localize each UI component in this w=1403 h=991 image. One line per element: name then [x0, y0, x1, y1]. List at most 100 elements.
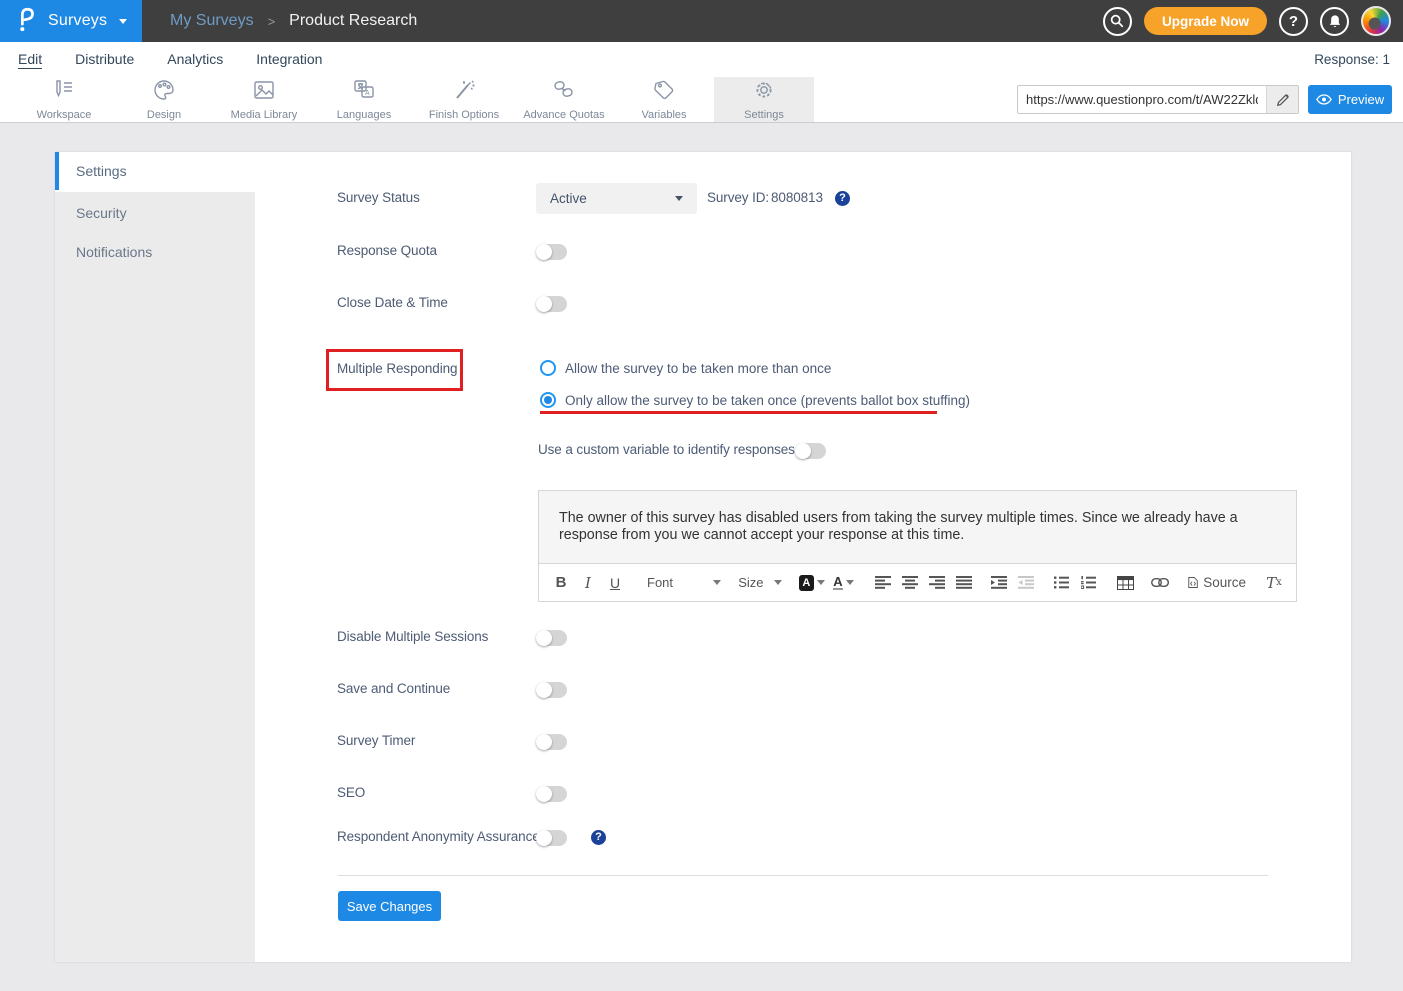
radio-only-once[interactable]	[540, 392, 556, 408]
outdent-icon[interactable]	[1017, 571, 1035, 595]
text-color-icon[interactable]: A	[834, 571, 853, 595]
response-quota-toggle[interactable]	[536, 244, 567, 260]
section-divider	[338, 875, 1268, 876]
translate-icon: A	[351, 78, 377, 107]
topbar-actions: Upgrade Now ?	[1103, 6, 1403, 36]
toolbar-item-settings[interactable]: Settings	[714, 77, 814, 122]
toolbar-item-workspace[interactable]: Workspace	[14, 77, 114, 122]
help-icon[interactable]: ?	[1279, 7, 1308, 36]
link-icon[interactable]	[1151, 571, 1169, 595]
toolbar-item-finish-options[interactable]: Finish Options	[414, 77, 514, 122]
survey-url-input[interactable]	[1018, 86, 1266, 113]
align-center-icon[interactable]	[901, 571, 919, 595]
settings-sidebar: Settings Security Notifications	[55, 152, 255, 962]
survey-id-label: Survey ID:	[707, 190, 769, 205]
response-count[interactable]: Response: 1	[1314, 52, 1390, 67]
multiple-response-message-editor[interactable]: The owner of this survey has disabled us…	[538, 490, 1297, 563]
font-family-dropdown[interactable]: Font	[647, 571, 721, 595]
seo-toggle[interactable]	[536, 786, 567, 802]
upgrade-now-button[interactable]: Upgrade Now	[1144, 7, 1267, 35]
breadcrumb-separator: >	[268, 14, 276, 29]
radio-only-once-label: Only allow the survey to be taken once (…	[565, 393, 970, 408]
tab-integration[interactable]: Integration	[256, 51, 322, 68]
survey-timer-toggle[interactable]	[536, 734, 567, 750]
tag-icon	[651, 78, 677, 107]
background-color-icon[interactable]: A	[799, 571, 825, 595]
tab-distribute[interactable]: Distribute	[75, 51, 134, 68]
preview-button[interactable]: Preview	[1308, 85, 1392, 114]
toolbar-item-variables[interactable]: Variables	[614, 77, 714, 122]
justify-icon[interactable]	[955, 571, 973, 595]
save-changes-button[interactable]: Save Changes	[338, 891, 441, 921]
multiple-responding-label: Multiple Responding	[337, 361, 457, 376]
annotation-red-underline	[540, 411, 937, 414]
source-document-icon	[1188, 575, 1198, 590]
survey-id-value: 8080813	[771, 190, 823, 205]
save-continue-toggle[interactable]	[536, 682, 567, 698]
survey-status-label: Survey Status	[337, 190, 420, 205]
survey-status-dropdown[interactable]: Active	[536, 183, 697, 214]
eye-icon	[1316, 94, 1332, 105]
tab-analytics[interactable]: Analytics	[167, 51, 223, 68]
bulleted-list-icon[interactable]	[1052, 571, 1070, 595]
sidebar-item-notifications[interactable]: Notifications	[55, 233, 255, 272]
chevron-down-icon	[675, 196, 683, 201]
toolbar-item-advance-quotas[interactable]: Advance Quotas	[514, 77, 614, 122]
palette-icon	[151, 78, 177, 107]
notifications-bell-icon[interactable]	[1320, 7, 1349, 36]
gear-icon	[751, 78, 777, 107]
survey-status-help-icon[interactable]: ?	[835, 191, 850, 206]
close-date-label: Close Date & Time	[337, 295, 448, 310]
settings-panel: Settings Security Notifications Survey S…	[55, 152, 1351, 962]
seo-label: SEO	[337, 785, 365, 800]
sidebar-item-settings[interactable]: Settings	[55, 152, 255, 190]
radio-multiple-allowed[interactable]	[540, 360, 556, 376]
align-right-icon[interactable]	[928, 571, 946, 595]
close-date-toggle[interactable]	[536, 296, 567, 312]
rich-text-toolbar: B I U Font Size A A	[538, 563, 1297, 602]
top-bar: Surveys My Surveys > Product Research Up…	[0, 0, 1403, 42]
sidebar-rest: Security Notifications	[55, 192, 255, 962]
survey-url-field	[1017, 85, 1299, 114]
anonymity-help-icon[interactable]: ?	[591, 830, 606, 845]
svg-text:A: A	[365, 90, 370, 97]
align-left-icon[interactable]	[874, 571, 892, 595]
breadcrumb-my-surveys[interactable]: My Surveys	[170, 12, 254, 30]
italic-icon[interactable]: I	[579, 571, 597, 595]
custom-variable-toggle[interactable]	[795, 443, 826, 459]
app-root: Surveys My Surveys > Product Research Up…	[0, 0, 1403, 991]
radio-multiple-allowed-label: Allow the survey to be taken more than o…	[565, 361, 831, 376]
image-icon	[251, 78, 277, 107]
indent-icon[interactable]	[990, 571, 1008, 595]
numbered-list-icon[interactable]	[1079, 571, 1097, 595]
workspace-icon	[51, 78, 77, 107]
edit-toolbar: Workspace Design Media Library A Languag…	[0, 77, 1403, 123]
disable-sessions-toggle[interactable]	[536, 630, 567, 646]
custom-variable-label: Use a custom variable to identify respon…	[538, 442, 795, 457]
survey-timer-label: Survey Timer	[337, 733, 415, 748]
font-size-dropdown[interactable]: Size	[738, 571, 782, 595]
survey-nav: Edit Distribute Analytics Integration Re…	[0, 42, 1403, 77]
user-avatar[interactable]	[1361, 6, 1391, 36]
tab-edit[interactable]: Edit	[18, 51, 42, 69]
breadcrumb: My Surveys > Product Research	[170, 12, 417, 30]
response-quota-label: Response Quota	[337, 243, 437, 258]
toolbar-item-design[interactable]: Design	[114, 77, 214, 122]
toolbar-item-languages[interactable]: A Languages	[314, 77, 414, 122]
insert-table-icon[interactable]	[1116, 571, 1134, 595]
disable-sessions-label: Disable Multiple Sessions	[337, 629, 488, 644]
underline-icon[interactable]: U	[606, 571, 624, 595]
bold-icon[interactable]: B	[552, 571, 570, 595]
product-switcher[interactable]: Surveys	[0, 0, 142, 42]
breadcrumb-current-survey: Product Research	[289, 12, 417, 30]
chevron-down-icon	[119, 19, 127, 24]
wand-icon	[451, 78, 477, 107]
questionpro-logo-icon	[16, 4, 38, 39]
sidebar-item-security[interactable]: Security	[55, 194, 255, 233]
toolbar-item-media-library[interactable]: Media Library	[214, 77, 314, 122]
search-icon[interactable]	[1103, 7, 1132, 36]
remove-format-icon[interactable]: Tx	[1265, 571, 1283, 595]
anonymity-toggle[interactable]	[536, 830, 567, 846]
source-button[interactable]: Source	[1188, 571, 1246, 595]
edit-url-pencil-icon[interactable]	[1266, 86, 1298, 113]
